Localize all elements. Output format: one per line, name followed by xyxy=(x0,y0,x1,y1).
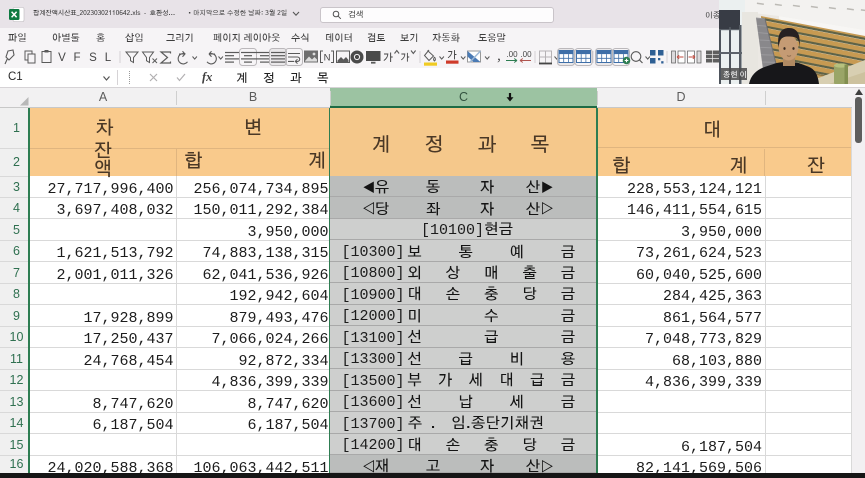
svg-text:가: 가 xyxy=(447,51,457,62)
svg-text:N: N xyxy=(324,53,331,64)
svg-text:L: L xyxy=(105,52,112,64)
svg-text:종현 이: 종현 이 xyxy=(723,70,747,79)
svg-text:가: 가 xyxy=(383,51,394,64)
svg-text:.00: .00 xyxy=(506,50,518,59)
svg-text:,: , xyxy=(497,48,501,64)
svg-text:V: V xyxy=(58,52,66,64)
svg-text:가: 가 xyxy=(400,53,410,63)
svg-text:F: F xyxy=(73,52,80,64)
svg-text:S: S xyxy=(89,52,97,64)
svg-text:.00: .00 xyxy=(520,50,532,59)
